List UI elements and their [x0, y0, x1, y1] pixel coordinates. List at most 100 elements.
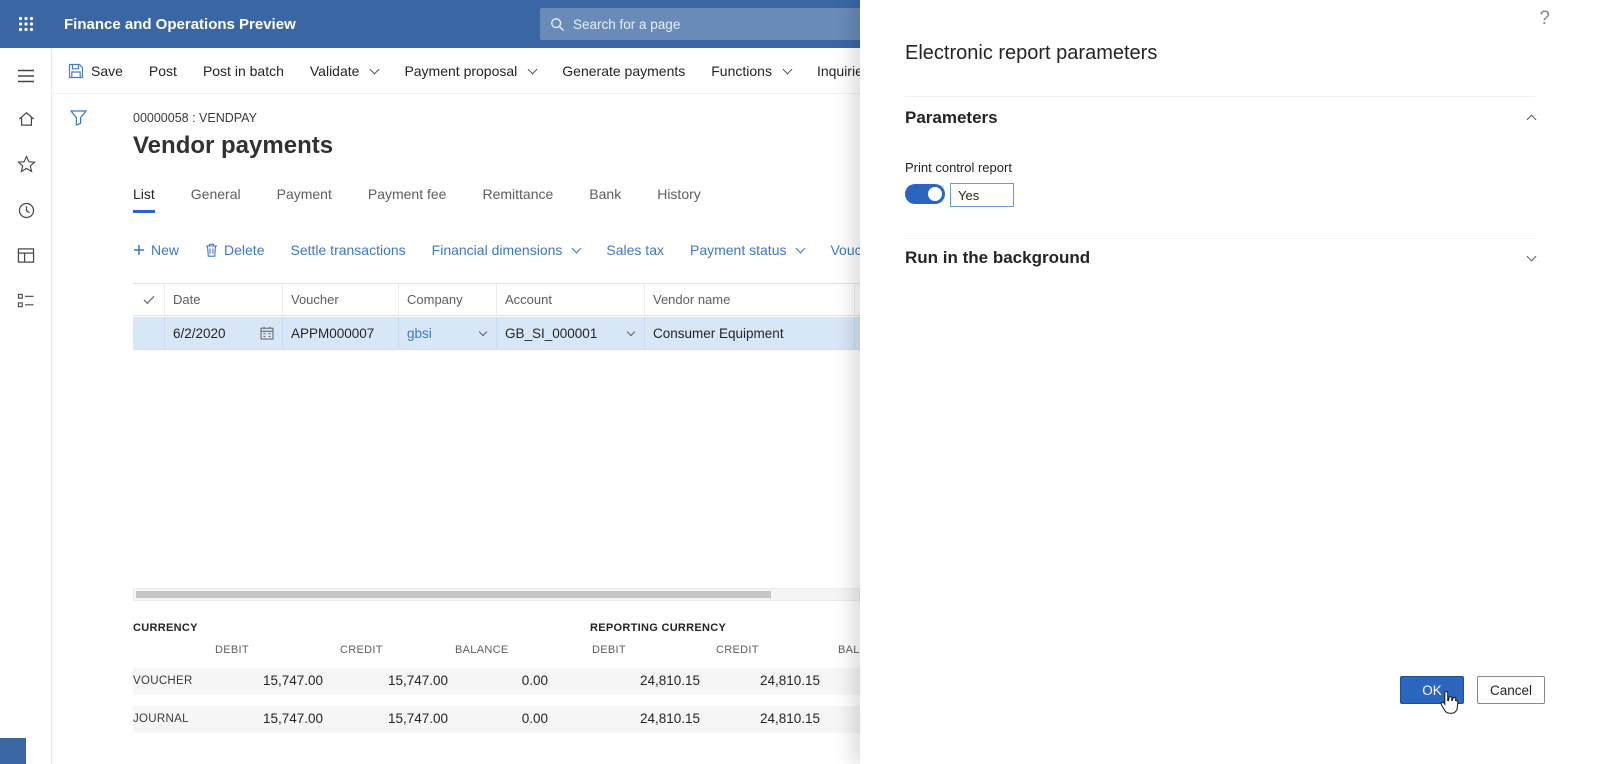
tab-general[interactable]: General: [191, 186, 241, 213]
delete-button[interactable]: Delete: [205, 242, 264, 258]
nav-home-button[interactable]: [0, 105, 52, 133]
financial-dimensions-menu-button[interactable]: Financial dimensions: [431, 242, 582, 258]
tab-bank[interactable]: Bank: [589, 186, 621, 213]
post-button[interactable]: Post: [149, 63, 177, 79]
filter-button[interactable]: [69, 110, 88, 131]
select-all-column-header[interactable]: [133, 284, 165, 315]
search-input[interactable]: [573, 16, 833, 32]
electronic-report-parameters-panel: ? Electronic report parameters Parameter…: [860, 0, 1620, 764]
post-label: Post: [148, 62, 177, 79]
voucher-credit: 15,747.00: [387, 673, 448, 688]
form-tabs: List General Payment Payment fee Remitta…: [133, 186, 701, 213]
chevron-down-icon: [1526, 251, 1537, 262]
run-in-background-section-header[interactable]: Run in the background: [905, 248, 1537, 268]
column-header-account[interactable]: Account: [497, 284, 645, 315]
row-select-cell[interactable]: [133, 317, 165, 349]
cell-vendor-name[interactable]: Consumer Equipment: [645, 317, 855, 349]
payment-status-label: Payment status: [689, 242, 787, 258]
functions-label: Functions: [711, 62, 772, 79]
voucher-balance: 0.00: [521, 673, 548, 688]
nav-workspaces-button[interactable]: [0, 241, 52, 269]
cell-company[interactable]: gbsi: [399, 317, 497, 349]
journal-credit: 15,747.00: [387, 711, 448, 726]
debit-header: DEBIT: [215, 644, 249, 656]
section-divider: [905, 96, 1535, 97]
chevron-down-icon: [782, 64, 793, 74]
tab-payment-fee[interactable]: Payment fee: [368, 186, 447, 213]
page-search[interactable]: [540, 8, 864, 40]
settle-transactions-button[interactable]: Settle transactions: [290, 242, 405, 258]
hamburger-icon: [18, 69, 34, 83]
app-launcher-button[interactable]: [0, 0, 52, 48]
functions-menu-button[interactable]: Functions: [711, 62, 793, 79]
tab-history[interactable]: History: [657, 186, 701, 213]
save-button[interactable]: Save: [68, 63, 123, 79]
tab-remittance[interactable]: Remittance: [482, 186, 553, 213]
parameters-section-header[interactable]: Parameters: [905, 108, 1537, 128]
cell-voucher[interactable]: APPM000007: [283, 317, 399, 349]
tab-payment[interactable]: Payment: [277, 186, 332, 213]
company-link[interactable]: gbsi: [407, 326, 432, 341]
scrollbar-thumb[interactable]: [136, 591, 771, 598]
journal-row-label: JOURNAL: [133, 713, 189, 725]
voucher-reporting-debit: 24,810.15: [639, 673, 700, 688]
nav-modules-button[interactable]: [0, 287, 52, 315]
help-icon[interactable]: ?: [1539, 8, 1550, 30]
payment-proposal-menu-button[interactable]: Payment proposal: [404, 63, 538, 79]
column-header-date[interactable]: Date: [165, 284, 283, 315]
tab-list[interactable]: List: [133, 186, 155, 213]
grid-action-strip: New Delete Settle transactions Financial…: [133, 242, 882, 258]
form-icon: [17, 247, 35, 263]
waffle-icon: [18, 16, 34, 32]
post-in-batch-button[interactable]: Post in batch: [203, 63, 284, 79]
column-header-company[interactable]: Company: [399, 284, 497, 315]
financial-dimensions-label: Financial dimensions: [431, 242, 563, 258]
generate-payments-label: Generate payments: [562, 62, 686, 79]
cancel-button[interactable]: Cancel: [1477, 676, 1545, 704]
checklist-icon: [17, 293, 34, 308]
payment-status-menu-button[interactable]: Payment status: [689, 242, 806, 258]
record-identifier: 00000058 : VENDPAY: [133, 111, 257, 125]
toggle-value-field[interactable]: Yes: [950, 183, 1014, 207]
journal-debit: 15,747.00: [262, 711, 323, 726]
reporting-currency-section-label: REPORTING CURRENCY: [590, 622, 727, 634]
home-icon: [18, 112, 34, 126]
new-label: New: [151, 242, 180, 258]
reporting-credit-header: CREDIT: [716, 644, 759, 656]
sales-tax-button[interactable]: Sales tax: [606, 242, 664, 258]
chevron-down-icon[interactable]: [478, 327, 488, 337]
nav-menu-button[interactable]: [0, 62, 52, 90]
calendar-icon[interactable]: [260, 326, 274, 340]
generate-payments-button[interactable]: Generate payments: [562, 63, 685, 79]
cell-date[interactable]: 6/2/2020: [165, 317, 283, 349]
delete-label: Delete: [224, 242, 265, 258]
post-in-batch-label: Post in batch: [202, 62, 284, 79]
cell-account[interactable]: GB_SI_000001: [497, 317, 645, 349]
reporting-debit-header: DEBIT: [592, 644, 626, 656]
new-button[interactable]: New: [133, 242, 179, 258]
chevron-down-icon: [796, 243, 806, 254]
voucher-debit: 15,747.00: [262, 673, 323, 688]
grid-horizontal-scrollbar[interactable]: [133, 588, 860, 601]
trash-icon: [206, 243, 218, 257]
nav-favorites-button[interactable]: [0, 150, 52, 178]
print-control-toggle[interactable]: [905, 184, 945, 204]
ok-button[interactable]: OK: [1400, 676, 1464, 704]
column-header-vendor-name[interactable]: Vendor name: [645, 284, 855, 315]
account-value: GB_SI_000001: [505, 325, 598, 341]
voucher-reporting-credit: 24,810.15: [759, 673, 820, 688]
validate-menu-button[interactable]: Validate: [310, 63, 380, 79]
bottom-left-accent: [0, 738, 26, 764]
chevron-down-icon: [571, 243, 582, 254]
save-label: Save: [91, 62, 123, 79]
column-header-voucher[interactable]: Voucher: [283, 284, 399, 315]
chevron-up-icon: [1526, 114, 1537, 124]
nav-recent-button[interactable]: [0, 196, 52, 224]
clock-icon: [18, 202, 34, 218]
balance-header: BALANCE: [455, 644, 509, 656]
panel-title: Electronic report parameters: [905, 42, 1158, 64]
journal-reporting-debit: 24,810.15: [639, 711, 700, 726]
journal-reporting-credit: 24,810.15: [759, 711, 820, 726]
settle-transactions-label: Settle transactions: [290, 242, 406, 258]
chevron-down-icon[interactable]: [626, 327, 636, 337]
